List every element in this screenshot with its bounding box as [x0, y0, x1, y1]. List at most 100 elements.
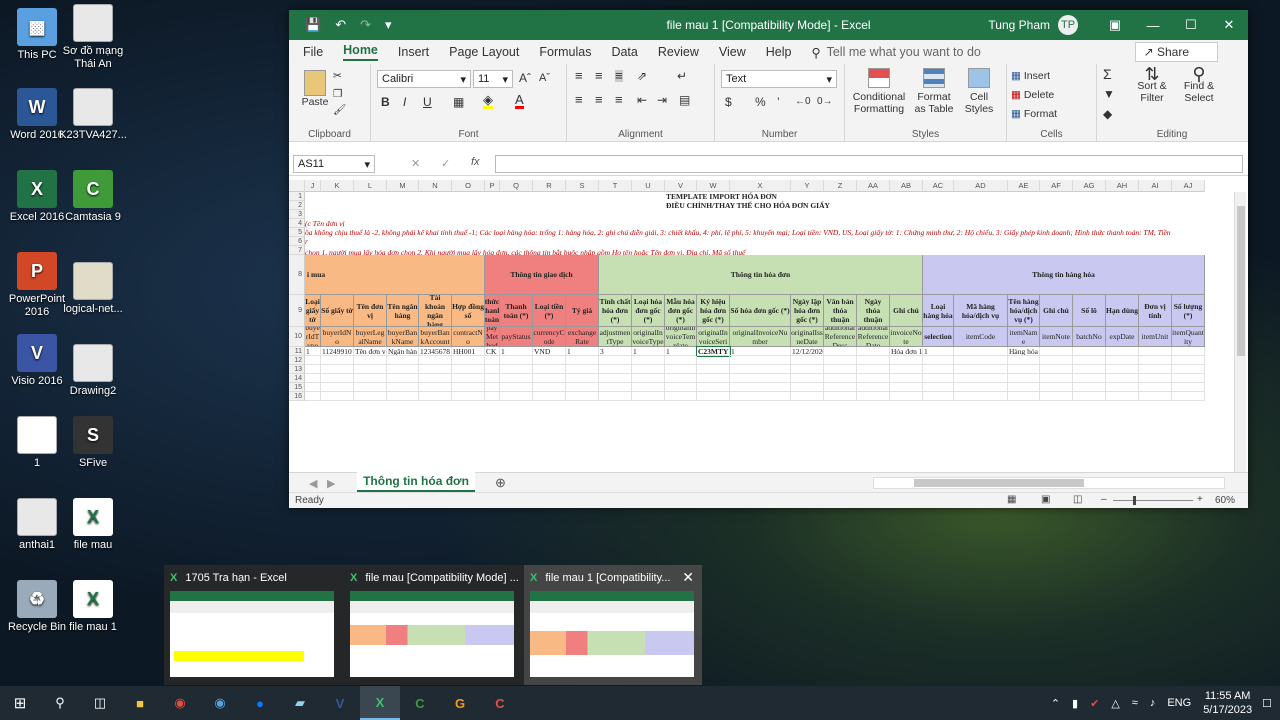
empty-cell[interactable]: [452, 392, 485, 401]
empty-cell[interactable]: [485, 392, 500, 401]
empty-cell[interactable]: [1106, 356, 1139, 365]
empty-cell[interactable]: [1106, 392, 1139, 401]
row-header[interactable]: 14: [289, 374, 305, 383]
empty-cell[interactable]: [632, 365, 665, 374]
data-cell[interactable]: 1: [923, 347, 954, 356]
data-cell[interactable]: [1040, 347, 1073, 356]
empty-cell[interactable]: [452, 365, 485, 374]
desktop-icon[interactable]: Xfile mau 1: [56, 580, 130, 634]
column-header[interactable]: Q: [500, 180, 533, 192]
cancel-formula-icon[interactable]: ✕: [411, 157, 420, 170]
empty-cell[interactable]: [500, 383, 533, 392]
row-header[interactable]: 2: [289, 201, 305, 210]
font-name-select[interactable]: Calibri ▾: [377, 70, 471, 88]
desktop-icon[interactable]: C Camtasia 9: [56, 170, 130, 224]
excel-icon[interactable]: X: [360, 686, 400, 720]
empty-cell[interactable]: [566, 383, 599, 392]
wrap-text-icon[interactable]: ↵: [677, 70, 687, 82]
empty-cell[interactable]: [305, 374, 321, 383]
data-cell[interactable]: Hóa đơn 1: [890, 347, 923, 356]
zoom-level[interactable]: 60%: [1215, 495, 1235, 506]
row-header[interactable]: 9: [289, 295, 305, 327]
row-header[interactable]: 13: [289, 365, 305, 374]
data-cell[interactable]: 1: [305, 347, 321, 356]
chevron-up-icon[interactable]: ⌃: [1051, 697, 1060, 710]
tab-review[interactable]: Review: [658, 45, 699, 59]
language-indicator[interactable]: ENG: [1167, 697, 1191, 709]
empty-cell[interactable]: [954, 356, 1008, 365]
tell-me-search[interactable]: Tell me what you want to do: [827, 45, 981, 59]
row-header[interactable]: 8: [289, 255, 305, 295]
format-cells-button[interactable]: ▦ Format: [1011, 108, 1057, 120]
empty-cell[interactable]: [1040, 356, 1073, 365]
empty-cell[interactable]: [697, 392, 730, 401]
empty-cell[interactable]: [857, 365, 890, 374]
column-header[interactable]: P: [485, 180, 500, 192]
empty-cell[interactable]: [857, 392, 890, 401]
scroll-thumb[interactable]: [1237, 206, 1245, 356]
empty-cell[interactable]: [500, 392, 533, 401]
column-header[interactable]: AA: [857, 180, 890, 192]
empty-cell[interactable]: [954, 365, 1008, 374]
empty-cell[interactable]: [1008, 365, 1040, 374]
ribbon-display-options-icon[interactable]: ▣: [1096, 17, 1134, 33]
empty-cell[interactable]: [665, 356, 697, 365]
empty-cell[interactable]: [566, 392, 599, 401]
close-thumbnail-icon[interactable]: ✕: [682, 569, 694, 586]
empty-cell[interactable]: [599, 383, 632, 392]
empty-cell[interactable]: [697, 383, 730, 392]
empty-cell[interactable]: [1008, 374, 1040, 383]
empty-cell[interactable]: [485, 356, 500, 365]
empty-cell[interactable]: [387, 356, 419, 365]
empty-cell[interactable]: [354, 374, 387, 383]
empty-cell[interactable]: [1040, 374, 1073, 383]
empty-cell[interactable]: [533, 383, 566, 392]
avatar[interactable]: TP: [1058, 15, 1078, 35]
empty-cell[interactable]: [665, 365, 697, 374]
italic-button[interactable]: I: [403, 96, 406, 108]
thumbnail-3[interactable]: Xfile mau 1 [Compatibility... ✕: [524, 565, 702, 685]
data-cell[interactable]: 1: [566, 347, 599, 356]
empty-cell[interactable]: [923, 392, 954, 401]
clock[interactable]: 11:55 AM 5/17/2023: [1203, 689, 1252, 717]
sheet-tab[interactable]: Thông tin hóa đơn: [357, 472, 475, 492]
app-icon[interactable]: ▰: [280, 686, 320, 720]
empty-cell[interactable]: [791, 392, 824, 401]
row-header[interactable]: 5: [289, 228, 305, 237]
empty-cell[interactable]: [485, 383, 500, 392]
visio-icon[interactable]: V: [320, 686, 360, 720]
percent-button[interactable]: %: [755, 96, 766, 108]
tab-file[interactable]: File: [303, 45, 323, 59]
column-header[interactable]: AF: [1040, 180, 1073, 192]
empty-cell[interactable]: [533, 374, 566, 383]
comma-style-icon[interactable]: ’: [777, 96, 780, 108]
empty-cell[interactable]: [791, 374, 824, 383]
empty-cell[interactable]: [1139, 374, 1172, 383]
borders-icon[interactable]: ▦: [453, 96, 464, 108]
data-cell[interactable]: C23MTY: [696, 346, 731, 357]
empty-cell[interactable]: [890, 365, 923, 374]
column-header[interactable]: AE: [1008, 180, 1040, 192]
empty-cell[interactable]: [1073, 374, 1106, 383]
empty-cell[interactable]: [791, 356, 824, 365]
empty-cell[interactable]: [1008, 383, 1040, 392]
cut-icon[interactable]: ✂: [333, 70, 342, 82]
column-header[interactable]: V: [665, 180, 697, 192]
camtasia-icon[interactable]: C: [400, 686, 440, 720]
insert-cells-button[interactable]: ▦ Insert: [1011, 70, 1050, 82]
scroll-thumb[interactable]: [914, 479, 1084, 487]
desktop-icon[interactable]: Drawing2: [56, 344, 130, 398]
empty-cell[interactable]: [632, 383, 665, 392]
empty-cell[interactable]: [305, 392, 321, 401]
data-cell[interactable]: [1106, 347, 1139, 356]
row-header[interactable]: 12: [289, 356, 305, 365]
zoom-slider-thumb[interactable]: [1133, 496, 1136, 505]
align-middle-icon[interactable]: ≡: [595, 69, 603, 82]
increase-decimal-icon[interactable]: ←0: [795, 96, 811, 108]
empty-cell[interactable]: [923, 374, 954, 383]
empty-cell[interactable]: [387, 374, 419, 383]
data-cell[interactable]: [1073, 347, 1106, 356]
data-cell[interactable]: 1: [500, 347, 533, 356]
empty-cell[interactable]: [500, 365, 533, 374]
empty-cell[interactable]: [500, 356, 533, 365]
